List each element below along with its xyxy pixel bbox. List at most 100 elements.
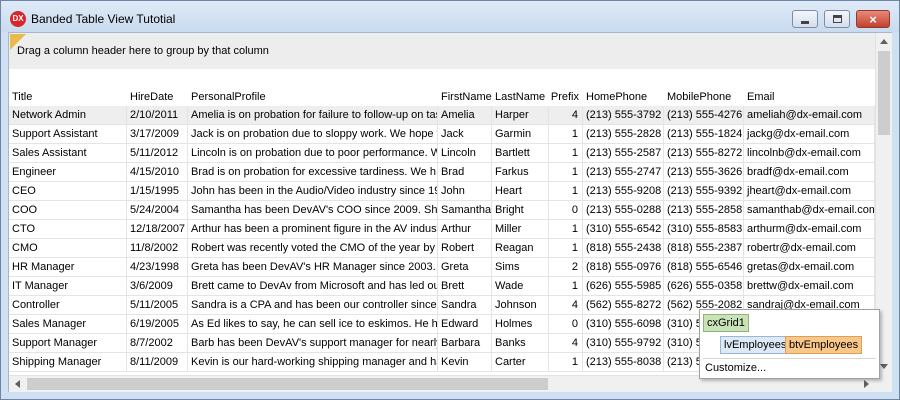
cell-prefix[interactable]: 0 <box>549 201 583 220</box>
cell-last-name[interactable]: Miller <box>492 220 549 239</box>
table-row[interactable]: CEO 1/15/1995 John has been in the Audio/V… <box>9 182 875 201</box>
cell-email[interactable]: bradf@dx-email.com <box>744 163 875 182</box>
cell-mobile-phone[interactable]: (626) 555-0358 <box>664 277 744 296</box>
cell-title[interactable]: Sales Manager <box>9 315 127 334</box>
cell-prefix[interactable]: 1 <box>549 182 583 201</box>
column-header-first-name[interactable]: FirstName <box>438 88 492 106</box>
cell-hire-date[interactable]: 5/11/2005 <box>127 296 188 315</box>
cell-personal-profile[interactable]: Sandra is a CPA and has been our control… <box>188 296 438 315</box>
cell-prefix[interactable]: 1 <box>549 125 583 144</box>
cell-title[interactable]: CTO <box>9 220 127 239</box>
cell-home-phone[interactable]: (213) 555-9208 <box>583 182 664 201</box>
cell-home-phone[interactable]: (213) 555-2747 <box>583 163 664 182</box>
cell-prefix[interactable]: 1 <box>549 220 583 239</box>
cell-home-phone[interactable]: (818) 555-2438 <box>583 239 664 258</box>
cell-hire-date[interactable]: 3/17/2009 <box>127 125 188 144</box>
minimize-button[interactable] <box>792 10 818 28</box>
cell-first-name[interactable]: Brad <box>438 163 492 182</box>
cell-home-phone[interactable]: (626) 555-5985 <box>583 277 664 296</box>
cell-last-name[interactable]: Holmes <box>492 315 549 334</box>
cell-first-name[interactable]: John <box>438 182 492 201</box>
column-header-last-name[interactable]: LastName <box>492 88 549 106</box>
customize-link[interactable]: Customize... <box>705 362 766 374</box>
column-header-mobile-phone[interactable]: MobilePhone <box>664 88 744 106</box>
cell-last-name[interactable]: Heart <box>492 182 549 201</box>
cell-last-name[interactable]: Banks <box>492 334 549 353</box>
level-node[interactable]: lvEmployees <box>720 336 791 354</box>
cell-hire-date[interactable]: 11/8/2002 <box>127 239 188 258</box>
cell-hire-date[interactable]: 8/7/2002 <box>127 334 188 353</box>
cell-first-name[interactable]: Arthur <box>438 220 492 239</box>
cell-mobile-phone[interactable]: (213) 555-4276 <box>664 106 744 125</box>
cell-prefix[interactable]: 1 <box>549 277 583 296</box>
cell-home-phone[interactable]: (213) 555-2587 <box>583 144 664 163</box>
cell-mobile-phone[interactable]: (213) 555-9392 <box>664 182 744 201</box>
maximize-button[interactable] <box>824 10 850 28</box>
column-header-personal-profile[interactable]: PersonalProfile <box>188 88 438 106</box>
cell-prefix[interactable]: 1 <box>549 353 583 372</box>
cell-mobile-phone[interactable]: (818) 555-6546 <box>664 258 744 277</box>
view-node[interactable]: btvEmployees <box>785 336 863 354</box>
cell-home-phone[interactable]: (213) 555-0288 <box>583 201 664 220</box>
cell-title[interactable]: CEO <box>9 182 127 201</box>
cell-email[interactable]: samanthab@dx-email.com <box>744 201 875 220</box>
cell-mobile-phone[interactable]: (310) 555-8583 <box>664 220 744 239</box>
cell-prefix[interactable]: 4 <box>549 334 583 353</box>
column-header-prefix[interactable]: Prefix <box>549 88 583 106</box>
table-row[interactable]: Engineer 4/15/2010 Brad is on probation fo… <box>9 163 875 182</box>
cell-email[interactable]: arthurm@dx-email.com <box>744 220 875 239</box>
table-row[interactable]: Sales Assistant 5/11/2012 Lincoln is on pr… <box>9 144 875 163</box>
cell-personal-profile[interactable]: John has been in the Audio/Video industr… <box>188 182 438 201</box>
scroll-left-icon[interactable] <box>15 380 20 388</box>
cell-last-name[interactable]: Harper <box>492 106 549 125</box>
cell-personal-profile[interactable]: Brett came to DevAv from Microsoft and h… <box>188 277 438 296</box>
table-row[interactable]: Support Assistant 3/17/2009 Jack is on pro… <box>9 125 875 144</box>
cell-home-phone[interactable]: (310) 555-6098 <box>583 315 664 334</box>
cell-last-name[interactable]: Sims <box>492 258 549 277</box>
cell-email[interactable]: jheart@dx-email.com <box>744 182 875 201</box>
cell-hire-date[interactable]: 4/23/1998 <box>127 258 188 277</box>
cell-first-name[interactable]: Brett <box>438 277 492 296</box>
cell-title[interactable]: Network Admin <box>9 106 127 125</box>
cell-hire-date[interactable]: 2/10/2011 <box>127 106 188 125</box>
column-header-hire-date[interactable]: HireDate <box>127 88 188 106</box>
cell-title[interactable]: CMO <box>9 239 127 258</box>
cell-title[interactable]: Support Manager <box>9 334 127 353</box>
cell-title[interactable]: Support Assistant <box>9 125 127 144</box>
cell-home-phone[interactable]: (562) 555-8272 <box>583 296 664 315</box>
cell-first-name[interactable]: Robert <box>438 239 492 258</box>
cell-personal-profile[interactable]: Jack is on probation due to sloppy work.… <box>188 125 438 144</box>
cell-first-name[interactable]: Barbara <box>438 334 492 353</box>
cell-hire-date[interactable]: 1/15/1995 <box>127 182 188 201</box>
cell-hire-date[interactable]: 6/19/2005 <box>127 315 188 334</box>
cell-prefix[interactable]: 4 <box>549 296 583 315</box>
cell-prefix[interactable]: 1 <box>549 144 583 163</box>
cell-hire-date[interactable]: 5/11/2012 <box>127 144 188 163</box>
cell-personal-profile[interactable]: Barb has been DevAV's support manager fo… <box>188 334 438 353</box>
group-by-panel[interactable]: Drag a column header here to group by th… <box>9 33 875 69</box>
cell-title[interactable]: IT Manager <box>9 277 127 296</box>
cell-email[interactable]: ameliah@dx-email.com <box>744 106 875 125</box>
cell-mobile-phone[interactable]: (213) 555-2858 <box>664 201 744 220</box>
close-button[interactable]: × <box>856 10 890 28</box>
cell-home-phone[interactable]: (213) 555-8038 <box>583 353 664 372</box>
column-header-title[interactable]: Title <box>9 88 127 106</box>
cell-email[interactable]: brettw@dx-email.com <box>744 277 875 296</box>
cell-email[interactable]: jackg@dx-email.com <box>744 125 875 144</box>
cell-home-phone[interactable]: (213) 555-2828 <box>583 125 664 144</box>
cell-title[interactable]: COO <box>9 201 127 220</box>
grid-node[interactable]: cxGrid1 <box>703 314 749 332</box>
cell-hire-date[interactable]: 8/11/2009 <box>127 353 188 372</box>
vertical-scroll-thumb[interactable] <box>878 51 890 135</box>
cell-hire-date[interactable]: 5/24/2004 <box>127 201 188 220</box>
table-row[interactable]: CTO 12/18/2007 Arthur has been a prominent… <box>9 220 875 239</box>
cell-personal-profile[interactable]: Greta has been DevAV's HR Manager since … <box>188 258 438 277</box>
cell-personal-profile[interactable]: As Ed likes to say, he can sell ice to e… <box>188 315 438 334</box>
cell-hire-date[interactable]: 3/6/2009 <box>127 277 188 296</box>
scroll-down-icon[interactable] <box>880 364 888 369</box>
cell-first-name[interactable]: Amelia <box>438 106 492 125</box>
cell-last-name[interactable]: Johnson <box>492 296 549 315</box>
cell-first-name[interactable]: Kevin <box>438 353 492 372</box>
cell-prefix[interactable]: 0 <box>549 315 583 334</box>
cell-last-name[interactable]: Carter <box>492 353 549 372</box>
